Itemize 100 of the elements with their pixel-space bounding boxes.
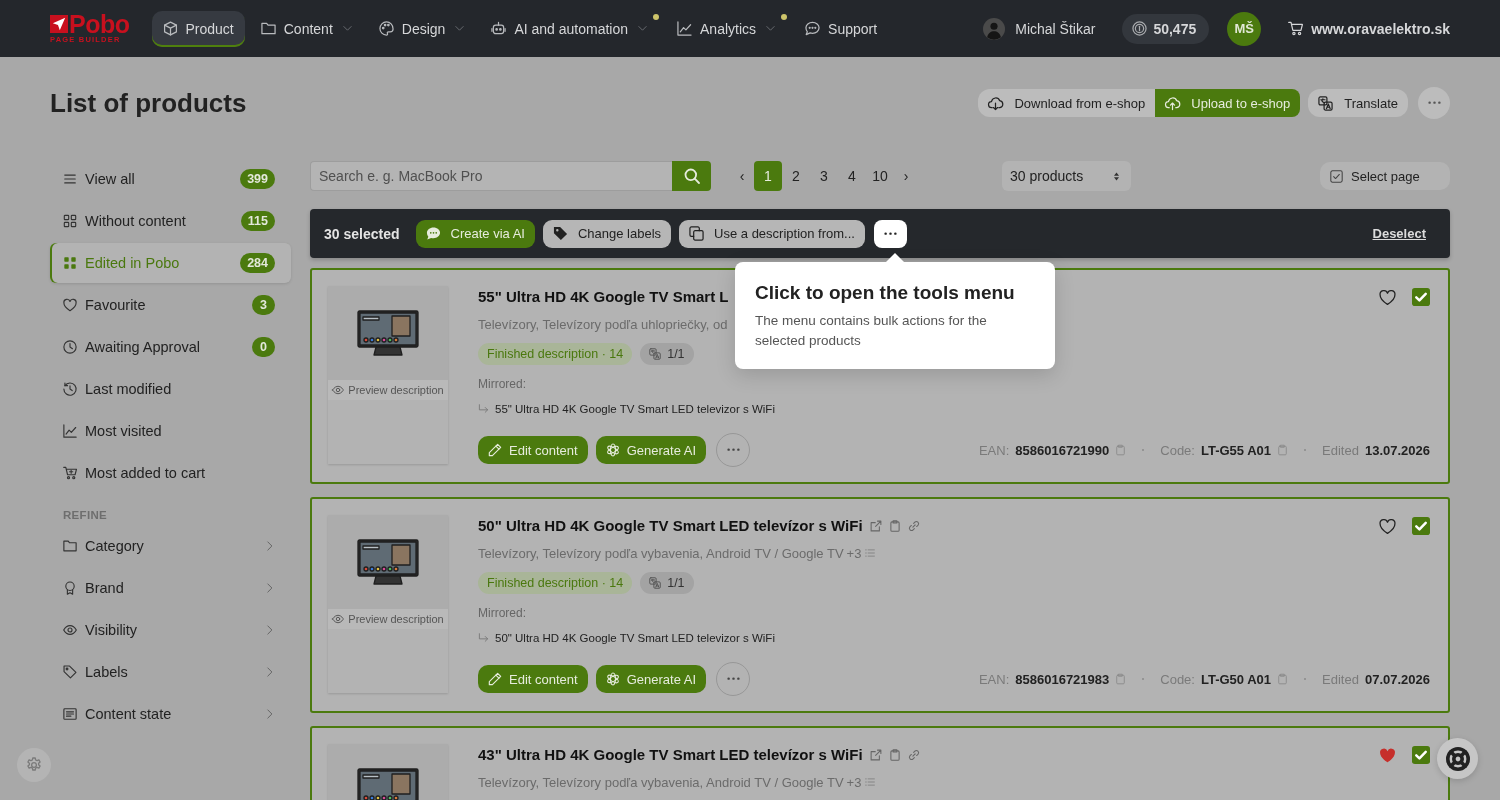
next-page-button[interactable]: › bbox=[894, 161, 918, 191]
sidebar-item[interactable]: View all 399 bbox=[50, 159, 291, 199]
select-checkbox[interactable] bbox=[1412, 288, 1430, 306]
filter-item[interactable]: Labels bbox=[50, 652, 291, 692]
filter-item[interactable]: Visibility bbox=[50, 610, 291, 650]
box-icon bbox=[162, 21, 178, 36]
page-button[interactable]: 10 bbox=[866, 161, 894, 191]
page-button[interactable]: 4 bbox=[838, 161, 866, 191]
sync-button[interactable]: Upload to e-shop bbox=[1155, 89, 1301, 117]
sidebar-item[interactable]: Most added to cart bbox=[50, 453, 291, 493]
select-page-button[interactable]: Select page bbox=[1320, 162, 1450, 190]
chevron-right-icon bbox=[265, 667, 275, 677]
nav-tab[interactable]: AI and automation bbox=[480, 10, 662, 47]
list-icon[interactable] bbox=[865, 548, 876, 558]
generate-button[interactable]: Generate AI bbox=[595, 665, 707, 693]
grid-icon bbox=[63, 214, 77, 228]
page-button[interactable]: 1 bbox=[754, 161, 782, 191]
shop-link[interactable]: www.oravaelektro.sk bbox=[1288, 20, 1450, 37]
logo-icon[interactable] bbox=[50, 15, 68, 33]
external-link-icon[interactable] bbox=[869, 749, 882, 761]
sync-button[interactable]: Download from e-shop bbox=[978, 89, 1156, 117]
page-button[interactable]: 2 bbox=[782, 161, 810, 191]
ean-label: EAN: bbox=[978, 671, 1010, 687]
search-button[interactable] bbox=[672, 161, 711, 191]
selection-count: 30 selected bbox=[324, 225, 400, 242]
link-icon[interactable] bbox=[907, 749, 920, 761]
select-checkbox[interactable] bbox=[1412, 517, 1430, 535]
nav-tab[interactable]: Support bbox=[794, 10, 889, 47]
nav-tab[interactable]: Content bbox=[249, 10, 363, 47]
code-label: Code: bbox=[1160, 671, 1195, 687]
translation-count: 1/1 bbox=[667, 347, 685, 361]
translate-button[interactable]: Translate bbox=[1308, 89, 1408, 117]
filter-item[interactable]: Brand bbox=[50, 568, 291, 608]
generate-button[interactable]: Generate AI bbox=[595, 436, 707, 464]
link-icon[interactable] bbox=[907, 520, 920, 532]
count-badge: 0 bbox=[252, 337, 275, 357]
sidebar-item[interactable]: Edited in Pobo 284 bbox=[50, 243, 291, 283]
select-checkbox[interactable] bbox=[1412, 746, 1430, 764]
sidebar-item[interactable]: Last modified bbox=[50, 369, 291, 409]
search-field[interactable]: Search e. g. MacBook Pro bbox=[310, 161, 672, 191]
product-title: 55" Ultra HD 4K Google TV Smart L bbox=[478, 287, 729, 307]
edited-date: 07.07.2026 bbox=[1364, 671, 1430, 687]
filter-item[interactable]: Content state bbox=[50, 694, 291, 734]
status-badge: Finished description · 14 bbox=[478, 343, 633, 365]
document-icon bbox=[63, 707, 77, 721]
count-badge: 3 bbox=[252, 295, 275, 315]
nav-tab[interactable]: Analytics bbox=[666, 10, 790, 47]
list-icon bbox=[63, 172, 77, 186]
more-icon bbox=[883, 231, 897, 236]
page-size-value: 30 products bbox=[1010, 168, 1084, 184]
code-value: LT-G50 A01 bbox=[1200, 671, 1272, 687]
palette-icon bbox=[378, 21, 394, 36]
edit-button[interactable]: Edit content bbox=[478, 665, 588, 693]
deselect-link[interactable]: Deselect bbox=[1372, 226, 1426, 241]
bulk-action-button[interactable]: Create via AI bbox=[415, 219, 535, 248]
preview-button[interactable]: Preview description bbox=[328, 609, 448, 629]
translate-icon bbox=[1318, 95, 1334, 111]
clipboard-icon[interactable] bbox=[888, 520, 901, 532]
edit-button[interactable]: Edit content bbox=[478, 436, 588, 464]
heart-icon[interactable] bbox=[1378, 288, 1397, 306]
sidebar-item[interactable]: Favourite 3 bbox=[50, 285, 291, 325]
edited-date: 13.07.2026 bbox=[1364, 442, 1430, 458]
external-link-icon[interactable] bbox=[869, 520, 882, 532]
nav-tab[interactable]: Design bbox=[367, 10, 476, 47]
folder-icon bbox=[63, 539, 77, 553]
clipboard-icon[interactable] bbox=[888, 749, 901, 761]
chat-bubble-icon bbox=[425, 226, 441, 241]
sidebar-item[interactable]: Without content 115 bbox=[50, 201, 291, 241]
status-badge: Finished description · 14 bbox=[478, 572, 633, 594]
more-button[interactable] bbox=[873, 219, 907, 248]
more-icon bbox=[726, 677, 740, 681]
filter-item[interactable]: Category bbox=[50, 526, 291, 566]
settings-button[interactable] bbox=[17, 748, 51, 782]
credits-button[interactable]: 50,475 bbox=[1122, 13, 1210, 44]
clipboard-icon[interactable] bbox=[1277, 673, 1289, 685]
list-icon[interactable] bbox=[865, 777, 876, 787]
tag-icon bbox=[63, 665, 77, 679]
bulk-action-button[interactable]: Change labels bbox=[542, 219, 672, 248]
settings-icon bbox=[26, 757, 42, 773]
preview-button[interactable]: Preview description bbox=[328, 380, 448, 400]
clipboard-icon[interactable] bbox=[1115, 673, 1127, 685]
cart-plus-icon bbox=[63, 466, 77, 480]
code-label: Code: bbox=[1160, 442, 1195, 458]
award-icon bbox=[63, 581, 77, 595]
previous-page-button[interactable]: ‹ bbox=[730, 161, 754, 191]
translation-count: 1/1 bbox=[667, 576, 685, 590]
sidebar-item[interactable]: Most visited bbox=[50, 411, 291, 451]
sort-arrows-icon bbox=[1112, 170, 1121, 182]
more-icon bbox=[1427, 101, 1441, 105]
nav-tab[interactable]: Product bbox=[151, 10, 245, 47]
chevron-right-icon bbox=[265, 625, 275, 635]
page-size-select[interactable]: 30 products bbox=[1002, 161, 1131, 191]
clipboard-icon[interactable] bbox=[1277, 444, 1289, 456]
eye-icon bbox=[63, 623, 77, 637]
clipboard-icon[interactable] bbox=[1115, 444, 1127, 456]
page-button[interactable]: 3 bbox=[810, 161, 838, 191]
bulk-action-button[interactable]: Use a description from... bbox=[679, 219, 865, 248]
heart-icon[interactable] bbox=[1378, 517, 1397, 535]
sidebar-item[interactable]: Awaiting Approval 0 bbox=[50, 327, 291, 367]
account-avatar[interactable]: MŠ bbox=[1227, 11, 1262, 46]
